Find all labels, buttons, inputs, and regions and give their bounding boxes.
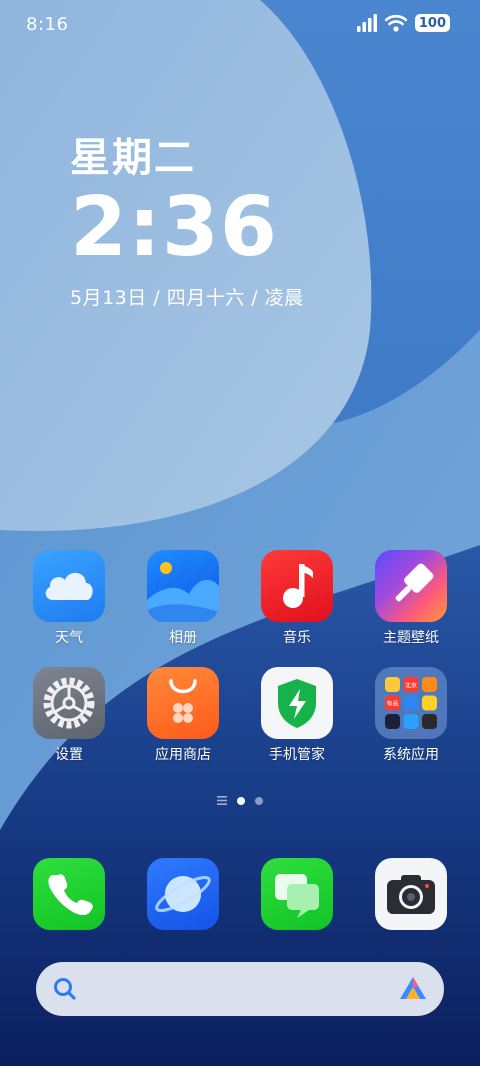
clock-widget[interactable]: 星期二 2:36 5月13日 / 四月十六 / 凌晨 — [70, 135, 304, 310]
settings-icon — [33, 667, 105, 739]
app-label: 音乐 — [283, 630, 311, 646]
themes-icon — [375, 550, 447, 622]
app-gallery[interactable]: 相册 — [133, 550, 233, 647]
app-grid: 天气 相册 音乐 主题壁纸 设置 应用商店 手机管家 北京 有品 系统应用 — [0, 550, 480, 784]
app-music[interactable]: 音乐 — [247, 550, 347, 647]
dock-messages[interactable] — [247, 858, 347, 930]
phone-icon — [33, 858, 105, 930]
app-label: 应用商店 — [155, 747, 211, 763]
music-icon — [261, 550, 333, 622]
wifi-icon — [384, 14, 407, 32]
date-line: 5月13日 / 四月十六 / 凌晨 — [70, 287, 304, 309]
gallery-icon — [147, 550, 219, 622]
battery-icon: 100 — [414, 14, 450, 32]
dock-browser[interactable] — [133, 858, 233, 930]
app-row: 天气 相册 音乐 主题壁纸 — [0, 550, 480, 647]
app-label: 系统应用 — [383, 747, 439, 763]
status-icons: 100 — [356, 14, 450, 32]
weekday: 星期二 — [70, 135, 196, 181]
app-label: 天气 — [55, 630, 83, 646]
status-time: 8:16 — [26, 14, 69, 35]
status-bar: 8:16 100 — [0, 0, 480, 50]
page-indicator[interactable] — [0, 796, 480, 805]
app-row: 设置 应用商店 手机管家 北京 有品 系统应用 — [0, 667, 480, 764]
app-label: 主题壁纸 — [383, 630, 439, 646]
app-folder-system-apps[interactable]: 北京 有品 系统应用 — [361, 667, 461, 764]
page-dot — [255, 796, 263, 805]
app-store-icon — [147, 667, 219, 739]
search-icon[interactable] — [52, 976, 78, 1002]
folder-icon: 北京 有品 — [375, 667, 447, 739]
camera-icon — [375, 858, 447, 930]
app-settings[interactable]: 设置 — [19, 667, 119, 764]
weather-icon — [33, 550, 105, 622]
cellular-signal-icon — [356, 14, 377, 32]
page-dot-active — [237, 796, 245, 805]
ai-assistant-icon[interactable] — [398, 975, 428, 1003]
browser-icon — [147, 858, 219, 930]
app-store[interactable]: 应用商店 — [133, 667, 233, 764]
app-label: 手机管家 — [269, 747, 325, 763]
messages-icon — [261, 858, 333, 930]
app-security[interactable]: 手机管家 — [247, 667, 347, 764]
page-list-icon — [217, 796, 227, 805]
folder-mini-label: 有品 — [386, 700, 398, 708]
dock — [0, 858, 480, 930]
app-label: 相册 — [169, 630, 197, 646]
dock-phone[interactable] — [19, 858, 119, 930]
search-bar[interactable] — [36, 962, 444, 1016]
dock-camera[interactable] — [361, 858, 461, 930]
clock-time: 2:36 — [70, 180, 278, 275]
app-label: 设置 — [55, 747, 83, 763]
folder-mini-label: 北京 — [405, 682, 417, 690]
battery-level: 100 — [418, 15, 446, 31]
security-icon — [261, 667, 333, 739]
app-themes[interactable]: 主题壁纸 — [361, 550, 461, 647]
app-weather[interactable]: 天气 — [19, 550, 119, 647]
